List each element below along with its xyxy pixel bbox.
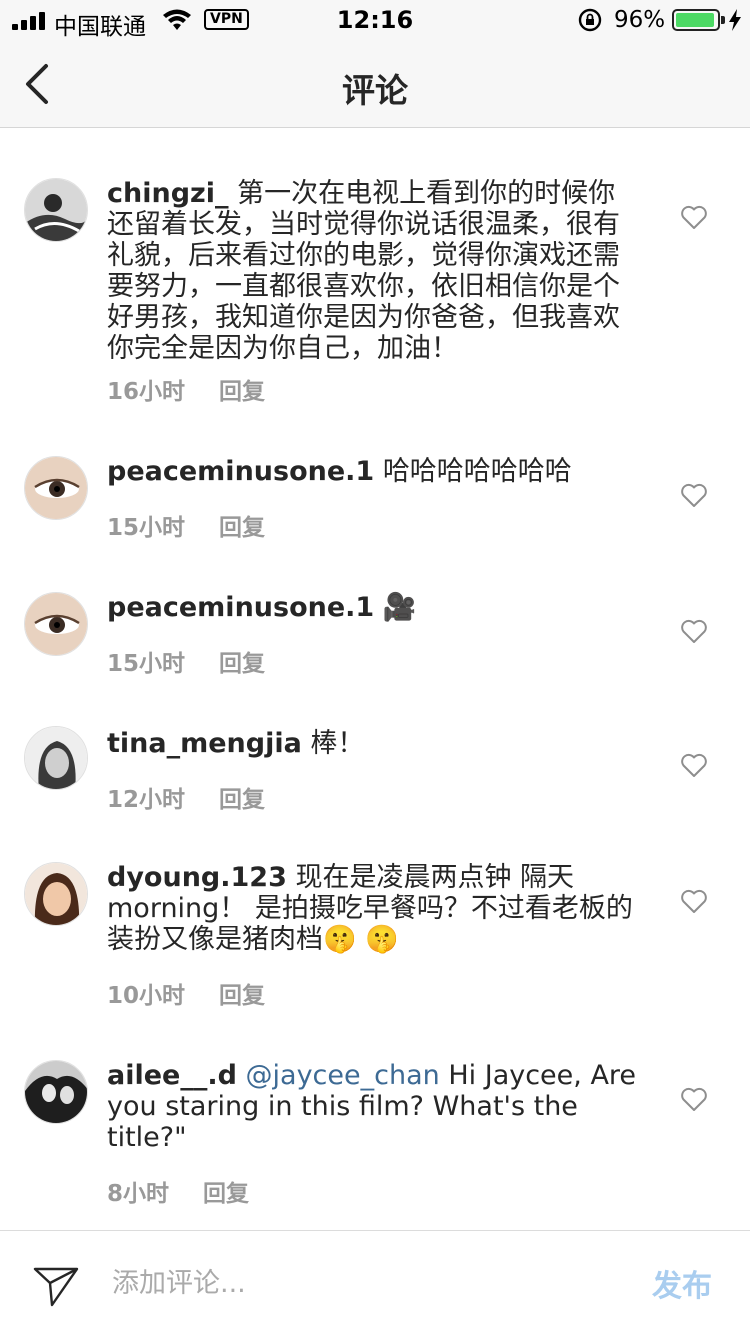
comment-meta: 16小时 回复 — [107, 372, 265, 406]
comment-mention[interactable]: @jaycee_chan — [246, 1060, 440, 1091]
heart-icon[interactable] — [680, 888, 708, 914]
reply-button[interactable]: 回复 — [219, 976, 265, 1010]
comment-text: peaceminusone.1 🎥 — [107, 592, 637, 623]
comment-input[interactable] — [112, 1261, 612, 1305]
heart-icon[interactable] — [680, 752, 708, 778]
comment-time: 15小时 — [107, 515, 186, 541]
comment-item: peaceminusone.1 哈哈哈哈哈哈哈 15小时 回复 — [0, 428, 750, 568]
status-bar: 中国联通 VPN 12:16 96% — [0, 0, 750, 40]
comment-time: 15小时 — [107, 651, 186, 677]
comment-meta: 12小时 回复 — [107, 780, 265, 814]
comment-username[interactable]: peaceminusone.1 — [107, 456, 374, 487]
heart-icon[interactable] — [680, 1086, 708, 1112]
comment-username[interactable]: peaceminusone.1 — [107, 592, 374, 623]
reply-button[interactable]: 回复 — [219, 780, 265, 814]
heart-icon[interactable] — [680, 482, 708, 508]
battery-icon — [672, 9, 720, 31]
comment-time: 8小时 — [107, 1181, 170, 1207]
comment-text: ailee__.d @jaycee_chan Hi Jaycee, Are yo… — [107, 1060, 637, 1153]
comment-text: peaceminusone.1 哈哈哈哈哈哈哈 — [107, 456, 637, 487]
battery-percent: 96% — [614, 7, 666, 33]
comment-text: tina_mengjia 棒！ — [107, 728, 637, 759]
comment-username[interactable]: dyoung.123 — [107, 862, 287, 893]
rotation-lock-icon — [578, 8, 602, 32]
comment-item: chingzi_ 第一次在电视上看到你的时候你还留着长发，当时觉得你说话很温柔，… — [0, 128, 750, 428]
comment-meta: 8小时 回复 — [107, 1174, 249, 1208]
comment-meta: 15小时 回复 — [107, 508, 265, 542]
comment-composer: 发布 — [0, 1230, 750, 1334]
comment-body: 棒！ — [310, 728, 365, 759]
reply-button[interactable]: 回复 — [219, 644, 265, 678]
comment-meta: 10小时 回复 — [107, 976, 265, 1010]
reply-button[interactable]: 回复 — [219, 508, 265, 542]
paper-plane-icon[interactable] — [32, 1261, 80, 1309]
battery-level — [676, 13, 715, 27]
avatar[interactable] — [24, 178, 88, 242]
heart-icon[interactable] — [680, 204, 708, 230]
comment-username[interactable]: ailee__.d — [107, 1060, 237, 1091]
avatar[interactable] — [24, 726, 88, 790]
comment-username[interactable]: chingzi_ — [107, 178, 229, 209]
comment-time: 12小时 — [107, 787, 186, 813]
nav-bar: 评论 — [0, 40, 750, 128]
comment-item: dyoung.123 现在是凌晨两点钟 隔天morning！ 是拍摄吃早餐吗？不… — [0, 834, 750, 1034]
reply-button[interactable]: 回复 — [219, 372, 265, 406]
comment-body: 哈哈哈哈哈哈哈 — [382, 456, 572, 487]
avatar[interactable] — [24, 862, 88, 926]
page-title: 评论 — [342, 71, 408, 110]
comment-body: 🎥 — [382, 592, 417, 623]
battery-cap — [721, 16, 725, 24]
comment-item: ailee__.d @jaycee_chan Hi Jaycee, Are yo… — [0, 1034, 750, 1230]
charging-bolt-icon — [729, 9, 741, 31]
avatar[interactable] — [24, 456, 88, 520]
comment-time: 10小时 — [107, 983, 186, 1009]
comment-text: dyoung.123 现在是凌晨两点钟 隔天morning！ 是拍摄吃早餐吗？不… — [107, 862, 637, 955]
comment-meta: 15小时 回复 — [107, 644, 265, 678]
post-button[interactable]: 发布 — [652, 1261, 712, 1305]
avatar[interactable] — [24, 592, 88, 656]
reply-button[interactable]: 回复 — [203, 1174, 249, 1208]
comment-text: chingzi_ 第一次在电视上看到你的时候你还留着长发，当时觉得你说话很温柔，… — [107, 178, 637, 364]
avatar[interactable] — [24, 1060, 88, 1124]
comment-item: tina_mengjia 棒！ 12小时 回复 — [0, 700, 750, 834]
heart-icon[interactable] — [680, 618, 708, 644]
comment-item: peaceminusone.1 🎥 15小时 回复 — [0, 564, 750, 700]
comment-time: 16小时 — [107, 379, 186, 405]
comment-username[interactable]: tina_mengjia — [107, 728, 302, 759]
